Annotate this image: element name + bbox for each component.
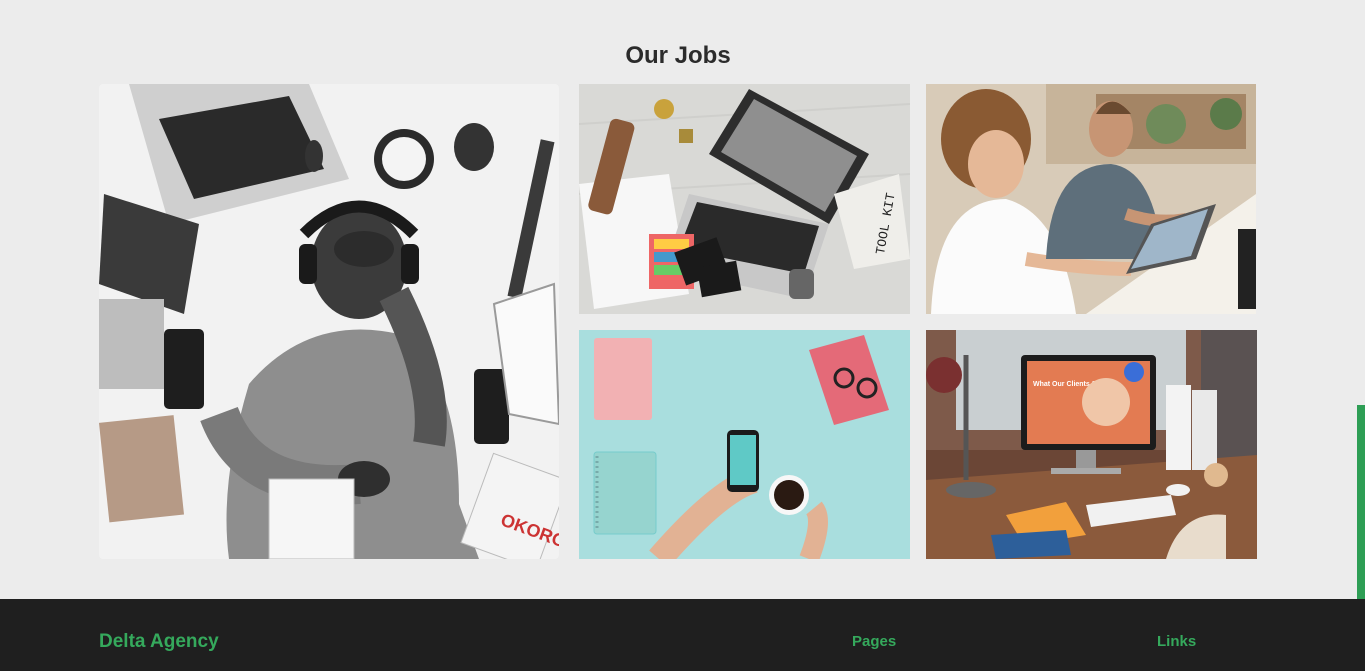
photo-cafe-workers-graphic: [926, 84, 1256, 314]
footer-brand[interactable]: Delta Agency: [99, 631, 219, 653]
job-photo-laptop-toolkit[interactable]: TOOL KIT: [579, 84, 910, 314]
job-photo-desktop-workspace[interactable]: What Our Clients Say: [926, 330, 1257, 559]
footer-heading-links: Links: [1157, 633, 1197, 650]
photo-phone-coffee-graphic: [579, 330, 910, 559]
photo-man-on-bed-graphic: OKORO: [99, 84, 559, 559]
scroll-indicator[interactable]: [1357, 405, 1365, 610]
photo-laptop-toolkit-graphic: TOOL KIT: [579, 84, 910, 314]
section-title: Our Jobs: [625, 41, 731, 69]
job-photo-phone-coffee[interactable]: [579, 330, 910, 559]
photo-desktop-workspace-graphic: What Our Clients Say: [926, 330, 1257, 559]
site-footer: Delta Agency Pages Links: [0, 599, 1365, 671]
footer-heading-pages: Pages: [852, 633, 897, 650]
job-photo-man-on-bed[interactable]: OKORO: [99, 84, 559, 559]
job-photo-cafe-workers[interactable]: [926, 84, 1256, 314]
